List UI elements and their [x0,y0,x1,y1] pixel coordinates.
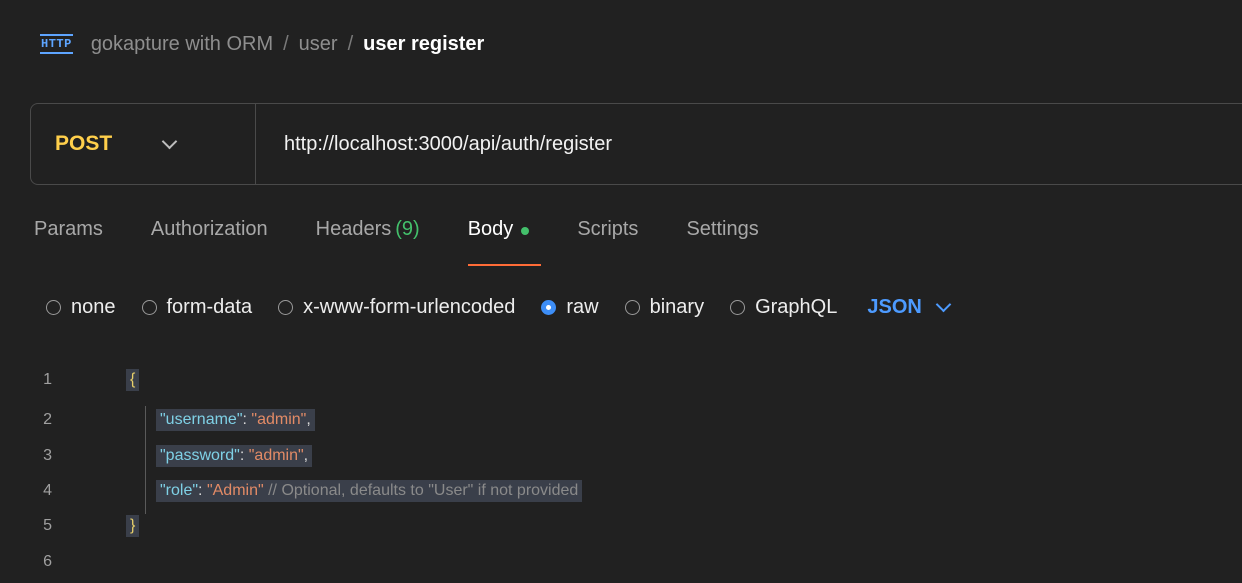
request-url-bar: POST [30,103,1242,185]
tab-headers[interactable]: Headers (9) [316,218,420,266]
radio-raw[interactable]: raw [541,295,599,319]
radio-circle-icon [46,299,61,315]
request-tabs: Params Authorization Headers (9) Body Scr… [34,218,807,268]
tab-authorization[interactable]: Authorization [151,218,268,266]
radio-circle-icon [624,299,640,315]
radio-form-data[interactable]: form-data [141,295,253,319]
line-number: 3 [43,447,52,464]
json-comment: // Optional, defaults to "User" if not p… [268,482,579,499]
radio-label: none [71,295,116,318]
breadcrumb: HTTP gokapture with ORM / user / user re… [40,24,484,64]
tab-body[interactable]: Body [467,218,541,266]
tab-label: Authorization [150,218,268,240]
headers-count-badge: (9) [395,218,420,240]
radio-none[interactable]: none [46,296,116,319]
radio-graphql[interactable]: GraphQL [730,296,837,319]
radio-circle-icon [141,299,157,315]
radio-label: raw [566,295,599,318]
method-label: POST [55,132,113,155]
chevron-down-icon [935,296,952,313]
breadcrumb-collection[interactable]: gokapture with ORM [91,33,273,56]
code-line: } [126,515,140,537]
code-line: "username": "admin", [156,409,315,431]
json-value: "admin" [248,447,304,464]
breadcrumb-folder[interactable]: user [299,33,338,56]
editor-line: 6 [0,548,90,576]
brace: { [130,371,136,388]
json-value: "Admin" [206,482,264,499]
tab-scripts[interactable]: Scripts [577,218,638,266]
editor-line: 2 "username": "admin", [0,406,315,434]
json-key: "role" [160,482,199,499]
line-number: 2 [43,411,52,428]
tab-label: Scripts [577,218,639,240]
radio-circle-icon [730,299,746,315]
brace: } [130,517,136,534]
code-line: { [126,369,140,391]
format-label: JSON [867,295,922,318]
tab-settings[interactable]: Settings [686,218,758,266]
tab-label: Headers [315,218,392,240]
url-input[interactable] [256,103,1242,185]
json-comma: , [306,411,311,428]
status-dot-icon [521,227,530,235]
editor-line: 1 { [0,366,140,394]
tab-label: Body [467,218,514,240]
line-number: 1 [43,371,52,388]
json-value: "admin" [251,411,307,428]
method-dropdown[interactable]: POST [31,104,256,184]
line-number: 6 [43,553,52,570]
radio-label: binary [649,295,705,318]
editor-line: 5 } [0,512,140,540]
radio-label: x-www-form-urlencoded [303,295,516,318]
radio-binary[interactable]: binary [624,295,705,319]
tab-label: Params [34,218,103,240]
format-dropdown[interactable]: JSON [867,295,952,319]
breadcrumb-request-name[interactable]: user register [363,33,484,56]
json-colon: : [198,482,207,499]
json-key: "password" [160,447,240,464]
code-line: "role": "Admin" // Optional, defaults to… [156,480,583,502]
http-icon: HTTP [40,34,73,54]
json-comma: , [303,447,309,464]
radio-selected-icon [541,299,557,315]
body-type-selector: none form-data x-www-form-urlencoded raw… [46,290,952,324]
editor-line: 3 "password": "admin", [0,442,313,470]
radio-circle-icon [278,299,294,315]
json-colon: : [239,447,249,464]
tab-label: Settings [686,218,759,240]
radio-label: form-data [166,295,253,318]
code-line: "password": "admin", [156,445,313,467]
tab-params[interactable]: Params [34,218,103,266]
chevron-down-icon [161,133,178,150]
breadcrumb-separator: / [283,32,289,55]
radio-label: GraphQL [755,295,838,318]
line-number: 5 [43,517,52,534]
line-number: 4 [43,482,52,499]
radio-x-www-form-urlencoded[interactable]: x-www-form-urlencoded [278,296,515,319]
breadcrumb-separator: / [347,32,354,55]
json-key: "username" [160,411,243,428]
editor-line: 4 "role": "Admin" // Optional, defaults … [0,477,583,505]
